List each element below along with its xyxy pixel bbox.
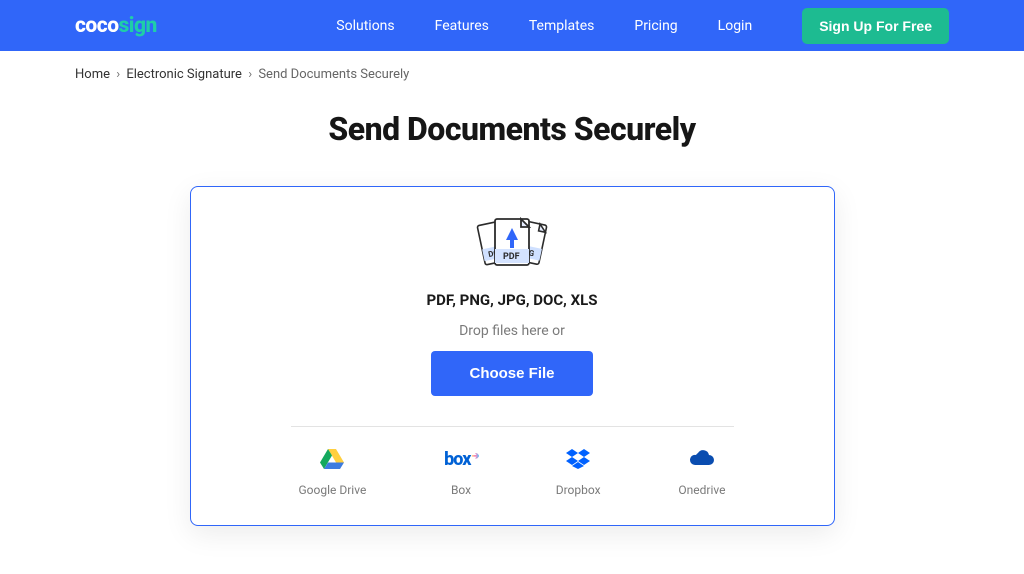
main-nav: Solutions Features Templates Pricing Log… — [336, 8, 949, 44]
cloud-providers: Google Drive box➔ Box Dropbox — [291, 449, 734, 497]
nav-templates[interactable]: Templates — [529, 18, 595, 34]
dropbox-icon — [566, 449, 590, 469]
nav-features[interactable]: Features — [435, 18, 489, 34]
upload-box: DO G PDF PDF, PNG, JPG, DOC, XLS Drop fi… — [190, 186, 835, 526]
provider-dropbox[interactable]: Dropbox — [556, 449, 601, 497]
logo-coco: coco — [75, 14, 119, 38]
breadcrumb-electronic-signature[interactable]: Electronic Signature — [126, 67, 242, 82]
provider-label: Google Drive — [299, 483, 367, 497]
provider-onedrive[interactable]: Onedrive — [678, 449, 725, 497]
provider-label: Onedrive — [678, 483, 725, 497]
breadcrumb-separator: › — [116, 67, 120, 82]
box-icon: box➔ — [444, 449, 478, 469]
file-types-illustration-icon: DO G PDF — [476, 215, 548, 277]
breadcrumb-current: Send Documents Securely — [258, 67, 409, 82]
nav-pricing[interactable]: Pricing — [634, 18, 677, 34]
main-header: cocosign Solutions Features Templates Pr… — [0, 0, 1024, 51]
logo-sign: sign — [119, 14, 157, 38]
breadcrumb-separator: › — [248, 67, 252, 82]
provider-label: Dropbox — [556, 483, 601, 497]
provider-box[interactable]: box➔ Box — [444, 449, 478, 497]
provider-label: Box — [451, 483, 471, 497]
divider — [291, 426, 734, 427]
breadcrumb: Home › Electronic Signature › Send Docum… — [0, 51, 1024, 98]
supported-formats: PDF, PNG, JPG, DOC, XLS — [291, 291, 734, 309]
drop-files-text: Drop files here or — [291, 323, 734, 339]
googledrive-icon — [320, 449, 344, 469]
signup-button[interactable]: Sign Up For Free — [802, 8, 949, 44]
logo[interactable]: cocosign — [75, 14, 157, 38]
onedrive-icon — [688, 449, 716, 469]
nav-solutions[interactable]: Solutions — [336, 18, 394, 34]
nav-login[interactable]: Login — [718, 18, 753, 34]
breadcrumb-home[interactable]: Home — [75, 67, 110, 82]
choose-file-button[interactable]: Choose File — [431, 351, 592, 396]
provider-googledrive[interactable]: Google Drive — [299, 449, 367, 497]
svg-text:PDF: PDF — [503, 252, 520, 262]
page-title: Send Documents Securely — [0, 110, 1024, 148]
